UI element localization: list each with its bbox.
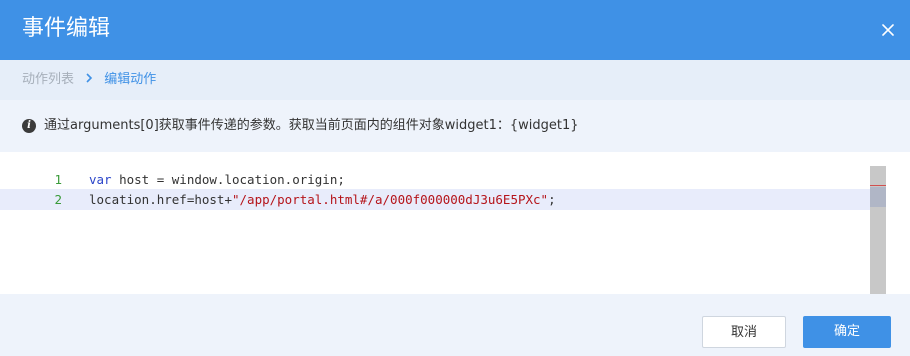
- code-line-1[interactable]: 1 var host = window.location.origin;: [0, 169, 870, 190]
- scrollbar-thumb[interactable]: [870, 187, 886, 207]
- line-number: 1: [54, 172, 62, 187]
- confirm-button[interactable]: 确定: [803, 316, 891, 348]
- code-text-rest: host = window.location.origin;: [111, 172, 345, 187]
- cancel-button[interactable]: 取消: [702, 316, 786, 348]
- code-text-after: ;: [548, 192, 556, 207]
- breadcrumb-edit-action: 编辑动作: [104, 72, 157, 87]
- code-string: "/app/portal.html#/a/000f000000dJ3u6E5PX…: [232, 192, 549, 207]
- line-number: 2: [54, 192, 62, 207]
- close-icon[interactable]: [880, 22, 896, 38]
- dialog-header: 事件编辑: [0, 0, 910, 60]
- code-keyword: var: [89, 172, 112, 187]
- breadcrumb: 动作列表 编辑动作: [0, 60, 910, 100]
- code-text[interactable]: var host = window.location.origin;: [89, 169, 345, 190]
- code-text-before: location.href=host+: [89, 192, 232, 207]
- chevron-right-icon: [84, 61, 94, 83]
- dialog-footer: 取消 确定: [0, 294, 910, 356]
- scrollbar-marker: [870, 185, 886, 186]
- info-icon: i: [22, 119, 36, 133]
- code-line-2[interactable]: 2 location.href=host+"/app/portal.html#/…: [0, 189, 870, 210]
- event-edit-dialog: 事件编辑 动作列表 编辑动作 i 通过arguments[0]获取事件传递的参数…: [0, 0, 910, 356]
- hint-bar: i 通过arguments[0]获取事件传递的参数。获取当前页面内的组件对象wi…: [0, 100, 910, 152]
- code-editor[interactable]: 1 var host = window.location.origin; 2 l…: [0, 152, 910, 294]
- hint-text: 通过arguments[0]获取事件传递的参数。获取当前页面内的组件对象widg…: [44, 118, 579, 133]
- code-text[interactable]: location.href=host+"/app/portal.html#/a/…: [89, 189, 556, 210]
- dialog-title: 事件编辑: [22, 16, 111, 41]
- breadcrumb-action-list[interactable]: 动作列表: [22, 72, 74, 87]
